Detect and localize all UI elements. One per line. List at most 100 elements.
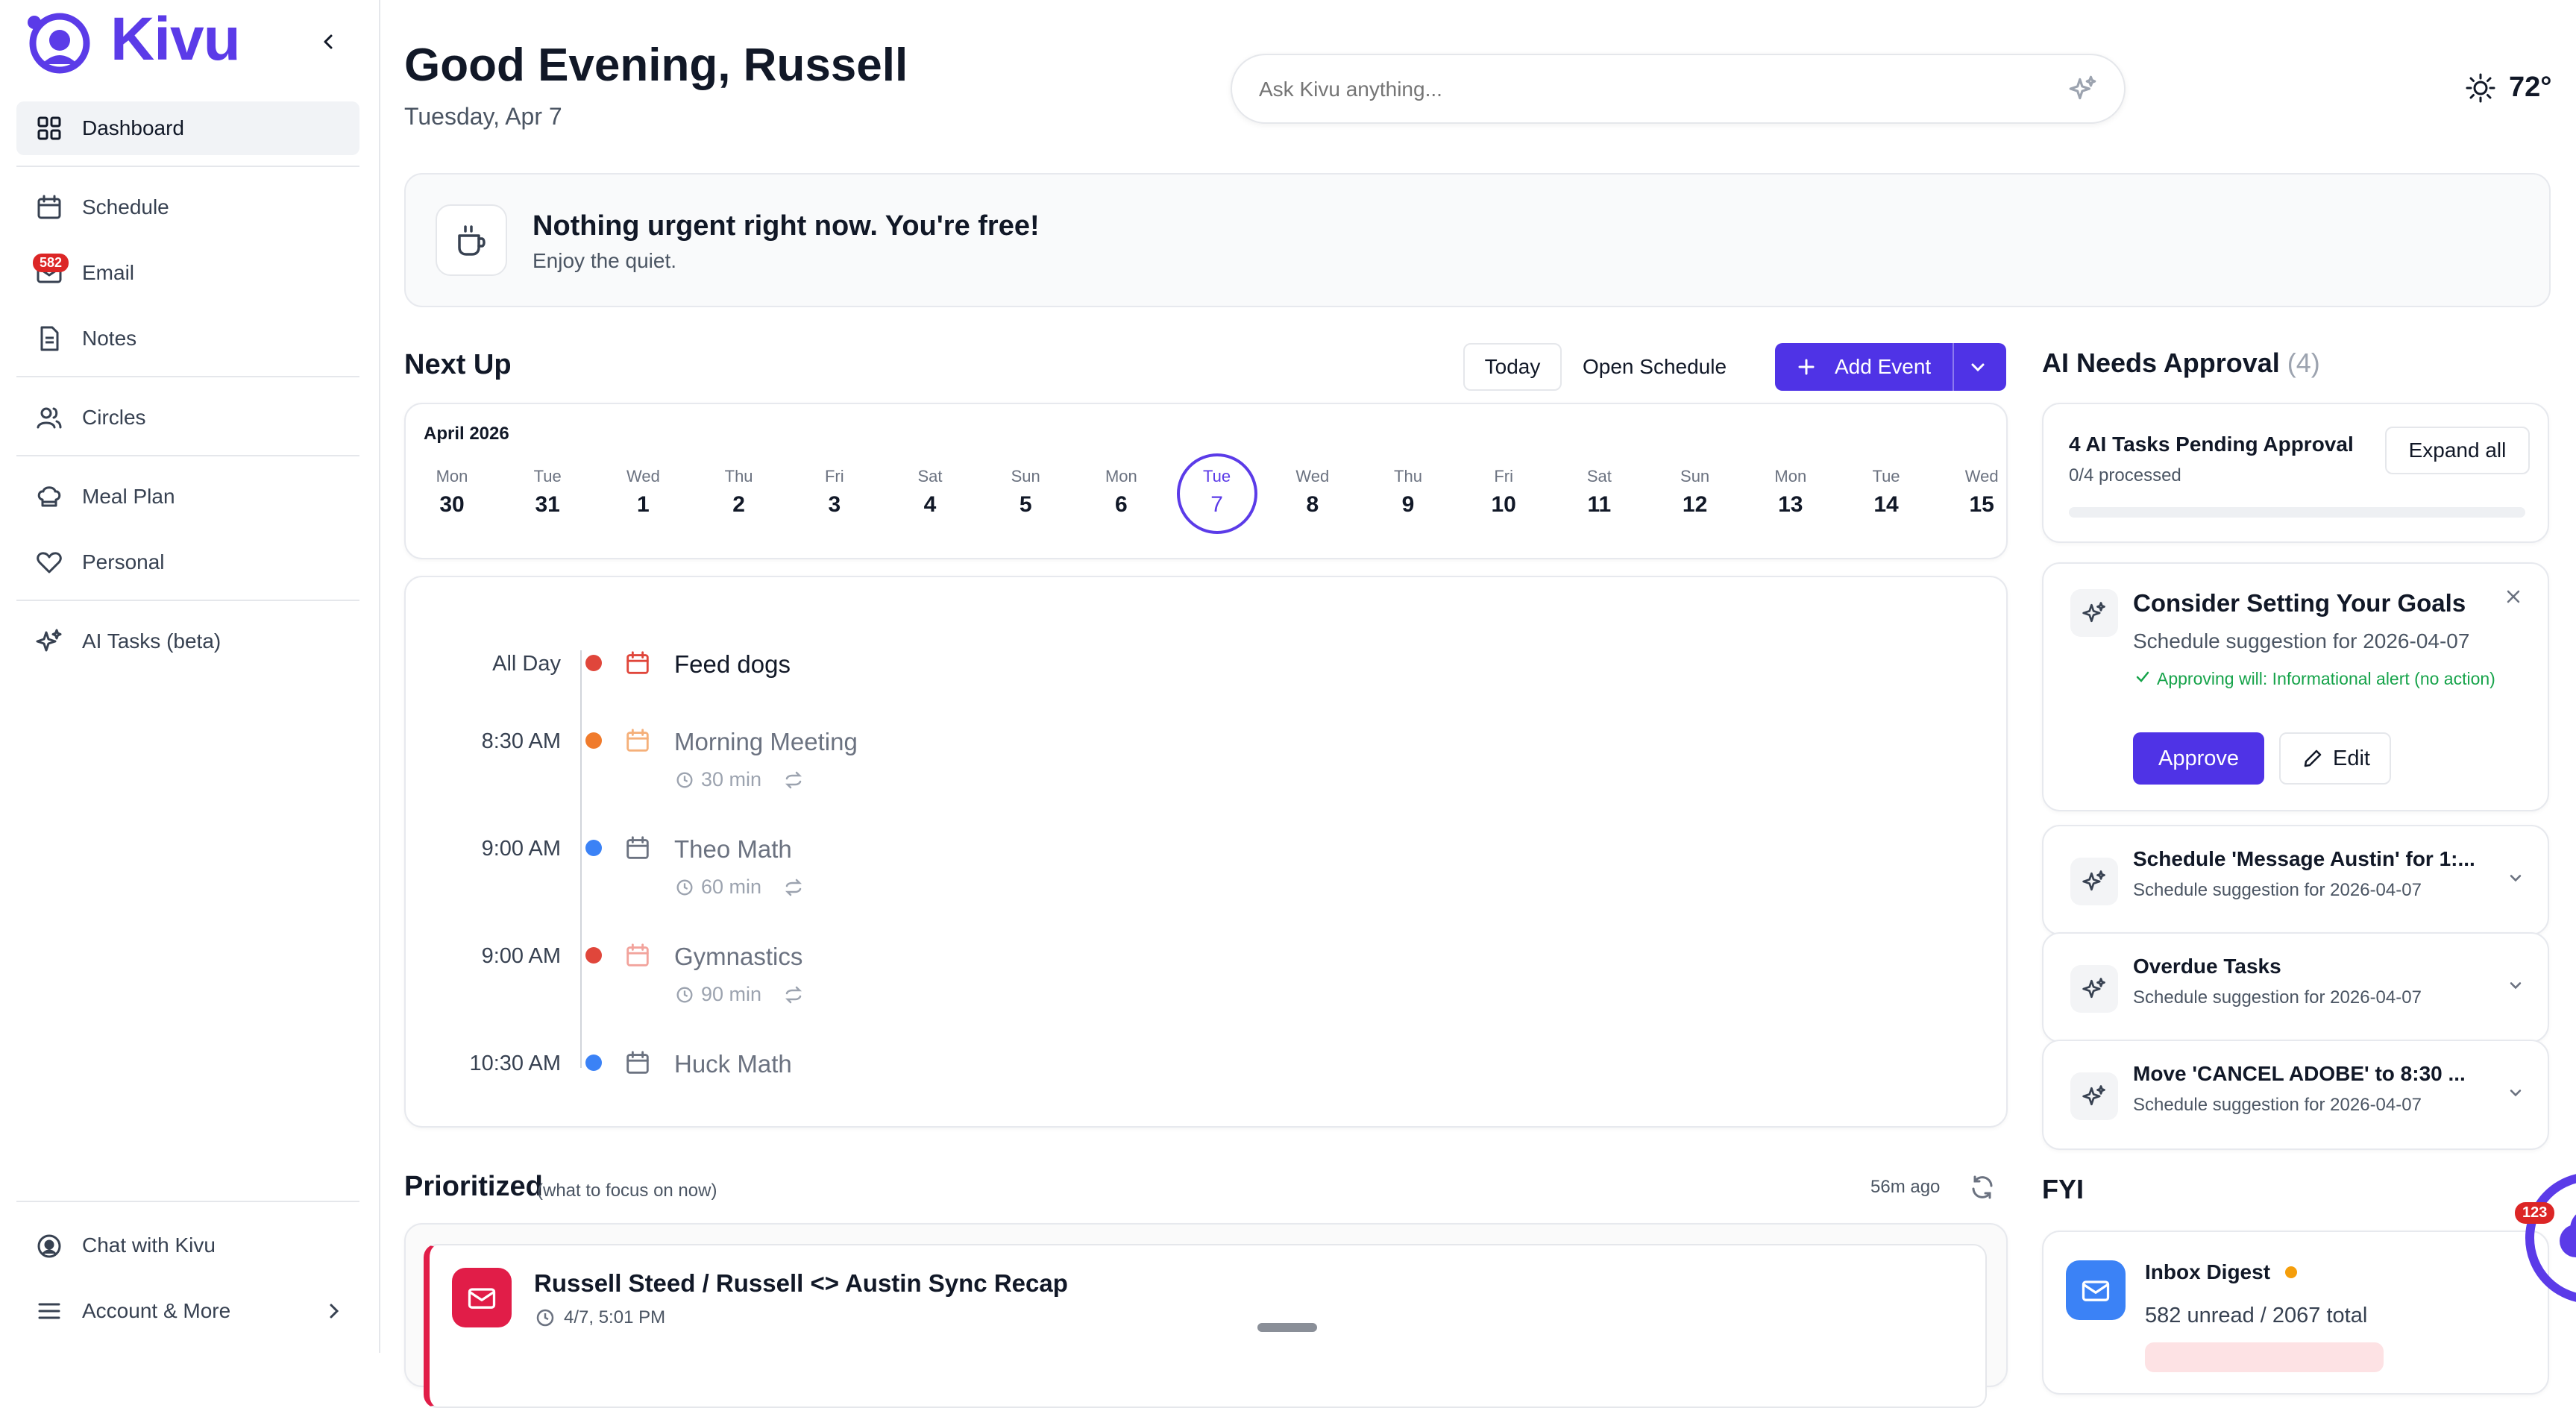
- day-number: 13: [1778, 492, 1803, 517]
- sidebar: Kivu Dashboard Schedule 582 Email Notes: [0, 0, 380, 1353]
- scroll-handle[interactable]: [1257, 1323, 1317, 1332]
- approval-item[interactable]: Move 'CANCEL ADOBE' to 8:30 ... Schedule …: [2042, 1040, 2549, 1150]
- calendar-day[interactable]: Sun 12: [1658, 467, 1732, 518]
- day-name: Fri: [824, 467, 844, 485]
- timeline-line: [580, 650, 582, 1068]
- calendar-day[interactable]: Tue 31: [510, 467, 585, 518]
- clock-icon: [676, 772, 693, 788]
- event-color-dot: [585, 655, 602, 671]
- event-title: Theo Math: [674, 835, 792, 863]
- calendar-day[interactable]: Tue 7: [1176, 453, 1257, 534]
- email-unread-badge: 582: [33, 254, 69, 272]
- chevron-down-icon[interactable]: [2503, 865, 2528, 890]
- chevron-down-icon[interactable]: [2503, 1080, 2528, 1105]
- sidebar-item-schedule[interactable]: Schedule: [16, 180, 359, 234]
- calendar-day[interactable]: Sat 11: [1562, 467, 1636, 518]
- calendar-day[interactable]: Mon 30: [415, 467, 489, 518]
- calendar-icon: [34, 192, 64, 222]
- approval-item-title: Overdue Tasks: [2133, 955, 2281, 978]
- calendar-icon: [623, 649, 652, 677]
- approval-item[interactable]: Overdue Tasks Schedule suggestion for 202…: [2042, 932, 2549, 1043]
- chevron-down-icon[interactable]: [2503, 972, 2528, 998]
- sparkles-icon[interactable]: [2067, 73, 2099, 104]
- search-input[interactable]: [1257, 69, 2051, 110]
- sidebar-item-dashboard[interactable]: Dashboard: [16, 101, 359, 155]
- calendar-icon: [623, 726, 652, 755]
- expand-all-button[interactable]: Expand all: [2385, 427, 2530, 474]
- list-item[interactable]: Russell Steed / Russell <> Austin Sync R…: [424, 1244, 1987, 1408]
- ai-approval-title-text: AI Needs Approval: [2042, 348, 2280, 378]
- item-time: 4/7, 5:01 PM: [534, 1307, 665, 1329]
- month-label: April 2026: [424, 424, 509, 444]
- calendar-day[interactable]: Thu 9: [1371, 467, 1445, 518]
- event-color-dot: [585, 1055, 602, 1071]
- sidebar-item-notes[interactable]: Notes: [16, 312, 359, 365]
- sidebar-item-personal[interactable]: Personal: [16, 535, 359, 589]
- event-time: 10:30 AM: [469, 1052, 561, 1075]
- app-name: Kivu: [110, 5, 241, 73]
- sidebar-divider: [16, 455, 359, 456]
- day-number: 9: [1401, 492, 1415, 517]
- calendar-day[interactable]: Tue 14: [1849, 467, 1923, 518]
- day-number: 11: [1587, 492, 1612, 517]
- next-up-title: Next Up: [404, 349, 512, 380]
- event-duration-text: 30 min: [701, 768, 762, 791]
- calendar-day[interactable]: Wed 1: [606, 467, 680, 518]
- event-duration: 30 min: [674, 768, 805, 791]
- sparkles-icon: [2070, 858, 2118, 905]
- clock-icon: [676, 879, 693, 895]
- account-more-button[interactable]: Account & More: [16, 1284, 359, 1338]
- mail-icon: [452, 1268, 512, 1327]
- calendar-day[interactable]: Sat 4: [893, 467, 967, 518]
- close-icon[interactable]: [2501, 585, 2525, 609]
- inbox-digest-card[interactable]: Inbox Digest 582 unread / 2067 total: [2042, 1231, 2549, 1395]
- last-updated: 56m ago: [1870, 1177, 1941, 1197]
- sidebar-item-ai-tasks[interactable]: AI Tasks (beta): [16, 615, 359, 668]
- status-dot: [2285, 1266, 2297, 1278]
- refresh-icon[interactable]: [1966, 1171, 1999, 1204]
- today-button[interactable]: Today: [1463, 343, 1562, 391]
- approve-button[interactable]: Approve: [2133, 732, 2264, 785]
- plus-icon: [1791, 352, 1821, 382]
- assistant-badge: 123: [2515, 1202, 2555, 1224]
- calendar-day[interactable]: Mon 13: [1753, 467, 1828, 518]
- calendar-day[interactable]: Sun 5: [988, 467, 1063, 518]
- day-number: 10: [1491, 492, 1516, 517]
- edit-label: Edit: [2333, 746, 2370, 770]
- kivu-assistant-widget[interactable]: 123: [2509, 1163, 2576, 1313]
- sidebar-item-label: Notes: [82, 327, 137, 350]
- page-title: Good Evening, Russell: [404, 40, 908, 91]
- collapse-sidebar-icon[interactable]: [313, 27, 343, 57]
- open-schedule-button[interactable]: Open Schedule: [1583, 343, 1727, 391]
- approval-summary: 4 AI Tasks Pending Approval 0/4 processe…: [2042, 403, 2549, 543]
- sidebar-item-label: Dashboard: [82, 116, 184, 139]
- prioritized-list: Russell Steed / Russell <> Austin Sync R…: [404, 1223, 2008, 1408]
- sidebar-item-email[interactable]: 582 Email: [16, 246, 359, 300]
- approval-item[interactable]: Schedule 'Message Austin' for 1:... Sched…: [2042, 825, 2549, 935]
- sidebar-item-circles[interactable]: Circles: [16, 391, 359, 444]
- day-number: 12: [1682, 492, 1708, 517]
- event-time: 8:30 AM: [481, 729, 561, 753]
- sidebar-item-meal-plan[interactable]: Meal Plan: [16, 470, 359, 524]
- calendar-day[interactable]: Fri 10: [1466, 467, 1541, 518]
- chat-with-kivu-button[interactable]: Chat with Kivu: [16, 1219, 359, 1272]
- ai-approval-title: AI Needs Approval (4): [2042, 348, 2320, 379]
- calendar-day[interactable]: Wed 8: [1275, 467, 1350, 518]
- sun-icon: [2464, 72, 2497, 104]
- chevron-down-icon[interactable]: [1963, 352, 1993, 382]
- repeat-icon: [785, 771, 802, 788]
- ask-kivu-search[interactable]: [1231, 54, 2126, 124]
- day-number: 1: [637, 492, 650, 517]
- edit-button[interactable]: Edit: [2279, 732, 2391, 785]
- day-name: Fri: [1494, 467, 1514, 485]
- mail-icon: 582: [33, 254, 69, 288]
- sidebar-item-label: Email: [82, 261, 135, 284]
- add-event-button[interactable]: Add Event: [1775, 343, 2006, 391]
- calendar-day[interactable]: Mon 6: [1084, 467, 1158, 518]
- weather-temperature: 72°: [2509, 72, 2552, 103]
- calendar-day[interactable]: Thu 2: [702, 467, 776, 518]
- calendar-day[interactable]: Fri 3: [797, 467, 872, 518]
- calendar-day[interactable]: Wed 15: [1944, 467, 2019, 518]
- menu-icon: [34, 1296, 64, 1326]
- approval-item-title: Move 'CANCEL ADOBE' to 8:30 ...: [2133, 1062, 2466, 1085]
